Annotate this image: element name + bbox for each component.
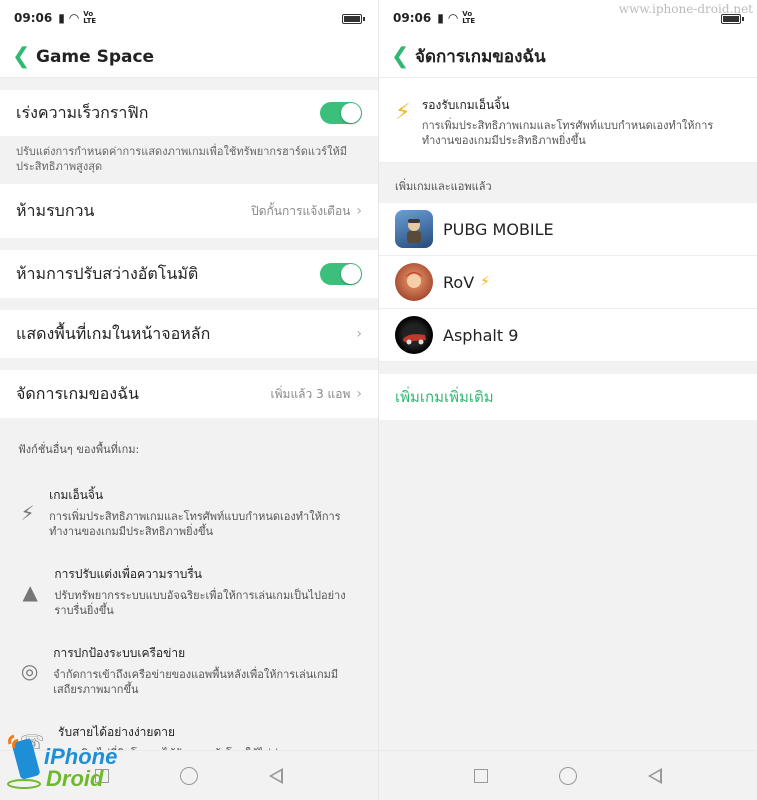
feature-desc: การเพิ่มประสิทธิภาพเกมและโทรศัพท์แบบกำหน… (49, 510, 341, 538)
home-icon[interactable] (179, 766, 198, 785)
game-name: Asphalt 9 (443, 325, 519, 345)
home-screen-label: แสดงพื้นที่เกมในหน้าจอหลัก (16, 323, 211, 343)
signal-icon: ▮ (437, 11, 444, 25)
back-icon[interactable]: ❮ (12, 45, 30, 68)
manage-games-label: จัดการเกมของฉัน (16, 383, 139, 403)
game-item-pubg[interactable]: PUBG MOBILE (379, 203, 757, 256)
screenshot-root: 09:06 ▮ ◠ Vo LTE ❮ Game Space เร่งความเร็… (0, 0, 757, 800)
feature-desc: ปรับทรัพยากรระบบแบบอัจฉริยะเพื่อให้การเล… (54, 589, 346, 617)
auto-brightness-row[interactable]: ห้ามการปรับสว่างอัตโนมัติ (0, 250, 378, 298)
dnd-value: ปิดกั้นการแจ้งเตือน (251, 203, 351, 218)
chevron-right-icon: › (356, 386, 362, 402)
asphalt-app-icon (395, 316, 433, 354)
globe-icon: ◎ (20, 658, 39, 683)
auto-brightness-toggle[interactable] (320, 263, 362, 285)
feature-item: ◎ การปกป้องระบบเครือข่าย จำกัดการเข้าถึง… (0, 630, 378, 709)
status-time: 09:06 (14, 11, 53, 25)
feature-title: การปกป้องระบบเครือข่าย (53, 646, 186, 660)
feature-item: ▲ การปรับแต่งเพื่อความราบรื่น ปรับทรัพยา… (0, 551, 378, 630)
wifi-icon: ◠ (68, 11, 80, 25)
graphics-accel-desc: ปรับแต่งการกำหนดค่าการแสดงภาพเกมเพื่อใช้… (16, 145, 347, 173)
phone-logo-icon (7, 734, 41, 789)
battery-icon (342, 14, 365, 24)
auto-brightness-label: ห้ามการปรับสว่างอัตโนมัติ (16, 263, 199, 283)
lightning-icon: ⚡ (480, 274, 490, 290)
volte-icon: Vo LTE (83, 10, 97, 25)
pubg-app-icon (395, 210, 433, 248)
watermark: www.iphone-droid.net (618, 2, 753, 16)
dnd-label: ห้ามรบกวน (16, 200, 95, 220)
nav-bar (379, 750, 757, 800)
feature-item: ⚡ เกมเอ็นจิ้น การเพิ่มประสิทธิภาพเกมและโ… (0, 472, 378, 551)
back-nav-icon[interactable] (647, 767, 662, 784)
graphics-accel-row[interactable]: เร่งความเร็วกราฟิก (0, 90, 378, 136)
add-more-games-button[interactable]: เพิ่มเกมเพิ่มเติม (379, 374, 757, 420)
graphics-accel-label: เร่งความเร็วกราฟิก (16, 102, 149, 122)
feature-title: เกมเอ็นจิ้น (49, 488, 104, 502)
add-more-label: เพิ่มเกมเพิ่มเติม (395, 388, 494, 406)
volte-icon: Vo LTE (462, 10, 476, 25)
home-screen-row[interactable]: แสดงพื้นที่เกมในหน้าจอหลัก › (0, 310, 378, 358)
chevron-right-icon: › (356, 326, 362, 342)
wifi-icon: ◠ (447, 11, 459, 25)
graphics-accel-toggle[interactable] (320, 102, 362, 124)
logo-line2: Droid (46, 766, 104, 791)
title-bar: ❮ Game Space (0, 36, 378, 78)
status-time: 09:06 (393, 11, 432, 25)
status-bar: 09:06 ▮ ◠ Vo LTE (0, 0, 378, 36)
feature-desc: จำกัดการเข้าถึงเครือข่ายของแอพพื้นหลังเพ… (53, 668, 339, 696)
signal-icon: ▮ (58, 11, 65, 25)
recents-icon[interactable] (474, 768, 489, 783)
manage-games-value: เพิ่มแล้ว 3 แอพ (270, 386, 351, 401)
status-icons: ▮ ◠ Vo LTE (437, 10, 476, 26)
title-bar: ❮ จัดการเกมของฉัน (379, 36, 757, 78)
dnd-row[interactable]: ห้ามรบกวน ปิดกั้นการแจ้งเตือน › (0, 184, 378, 238)
lightning-icon: ⚡ (395, 100, 411, 125)
banner-desc: การเพิ่มประสิทธิภาพเกมและโทรศัพท์แบบกำหน… (421, 119, 714, 147)
added-games-title: เพิ่มเกมและแอพแล้ว (395, 180, 492, 193)
game-engine-banner: ⚡ รองรับเกมเอ็นจิ้น การเพิ่มประสิทธิภาพเ… (379, 78, 757, 163)
chevron-right-icon: › (356, 203, 362, 219)
game-name: PUBG MOBILE (443, 219, 554, 239)
game-space-screen: 09:06 ▮ ◠ Vo LTE ❮ Game Space เร่งความเร็… (0, 0, 378, 800)
game-item-asphalt[interactable]: Asphalt 9 (379, 309, 757, 362)
rocket-icon: ▲ (22, 579, 38, 604)
page-title: จัดการเกมของฉัน (415, 47, 546, 67)
banner-title: รองรับเกมเอ็นจิ้น (421, 98, 510, 112)
game-name: RoV (443, 272, 475, 292)
game-item-rov[interactable]: RoV ⚡ (379, 256, 757, 309)
back-icon[interactable]: ❮ (391, 45, 409, 68)
lightning-icon: ⚡ (20, 500, 35, 525)
feature-title: การปรับแต่งเพื่อความราบรื่น (54, 567, 203, 581)
iphone-droid-logo: iPhone Droid (6, 734, 126, 794)
page-title: Game Space (36, 46, 155, 67)
status-icons: ▮ ◠ Vo LTE (58, 10, 97, 26)
manage-games-row[interactable]: จัดการเกมของฉัน เพิ่มแล้ว 3 แอพ › (0, 370, 378, 418)
home-icon[interactable] (558, 766, 577, 785)
other-features-title: ฟังก์ชั่นอื่นๆ ของพื้นที่เกม: (18, 443, 140, 456)
rov-app-icon (395, 263, 433, 301)
manage-games-screen: 09:06 ▮ ◠ Vo LTE www.iphone-droid.net ❮ จ… (378, 0, 757, 800)
back-nav-icon[interactable] (268, 767, 283, 784)
